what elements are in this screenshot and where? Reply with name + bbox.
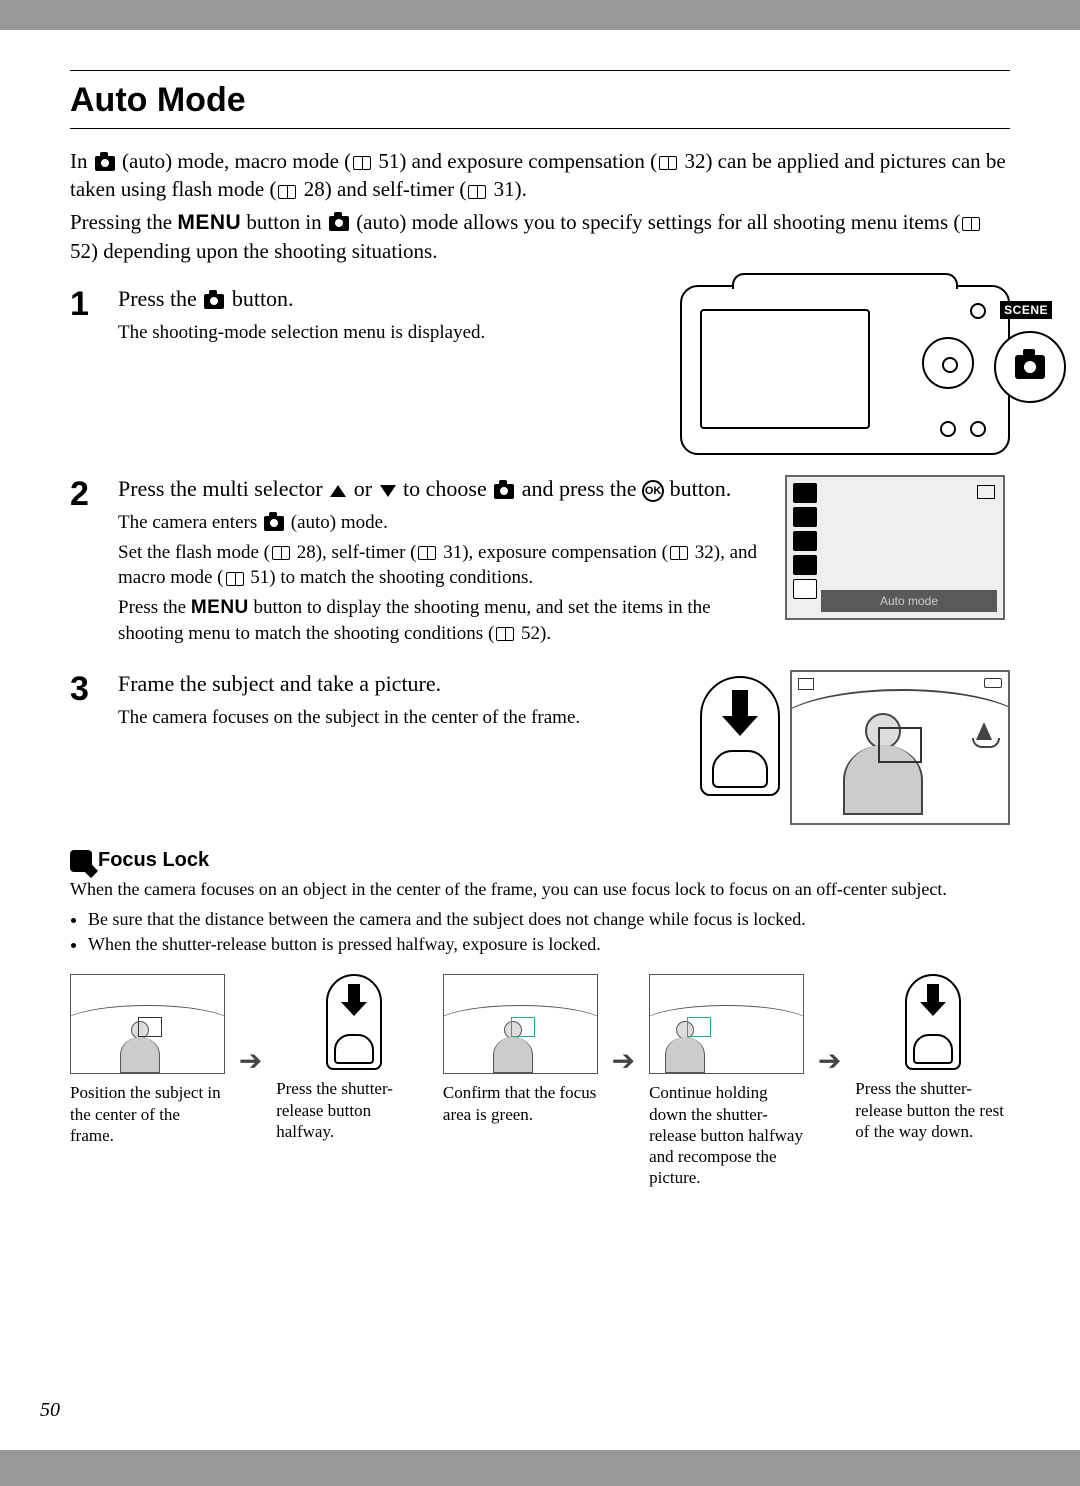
lcd-menu-figure: Auto mode	[785, 475, 1010, 650]
book-icon	[659, 156, 677, 170]
arrow-icon: ➔	[237, 1044, 264, 1078]
camera-icon	[264, 516, 284, 531]
arrow-icon: ➔	[816, 1044, 843, 1078]
camera-icon	[494, 484, 514, 499]
tip-icon	[70, 850, 92, 872]
step-number: 1	[70, 285, 100, 455]
lcd-label: Auto mode	[821, 590, 997, 612]
page-number: 50	[40, 1399, 60, 1422]
camera-button-callout	[994, 331, 1066, 403]
book-icon	[226, 572, 244, 586]
menu-label: MENU	[191, 597, 249, 618]
rule	[70, 70, 1010, 71]
camera-figure: SCENE	[680, 285, 1010, 455]
camera-icon	[95, 156, 115, 171]
shutter-press-figure	[700, 676, 780, 796]
book-icon	[418, 546, 436, 560]
rule	[70, 128, 1010, 129]
camera-icon	[329, 216, 349, 231]
focus-lock-body: When the camera focuses on an object in …	[70, 878, 1010, 956]
seq-thumb-1	[70, 974, 225, 1074]
book-icon	[468, 185, 486, 199]
step-number: 3	[70, 670, 100, 709]
step3-figures	[700, 670, 1010, 825]
seq-thumb-5	[905, 974, 961, 1070]
book-icon	[353, 156, 371, 170]
page-title: Auto Mode	[70, 81, 1010, 120]
menu-label: MENU	[177, 211, 241, 234]
intro-text: In (auto) mode, macro mode ( 51) and exp…	[70, 147, 1010, 265]
focus-lock-heading: Focus Lock	[70, 849, 1010, 872]
arrow-icon: ➔	[610, 1044, 637, 1078]
seq-thumb-2	[326, 974, 382, 1070]
camera-icon	[204, 294, 224, 309]
ok-icon: OK	[642, 480, 664, 502]
book-icon	[272, 546, 290, 560]
step-number: 2	[70, 475, 100, 650]
seq-thumb-4	[649, 974, 804, 1074]
book-icon	[496, 627, 514, 641]
step-2: 2 Press the multi selector or to choose …	[70, 475, 1010, 650]
down-icon	[380, 485, 396, 497]
book-icon	[278, 185, 296, 199]
up-icon	[330, 485, 346, 497]
step-3: 3 Frame the subject and take a picture. …	[70, 670, 1010, 825]
step-1: 1 Press the button. The shooting-mode se…	[70, 285, 1010, 455]
manual-page: More on Shooting Auto Mode In (auto) mod…	[0, 30, 1080, 1450]
book-icon	[962, 217, 980, 231]
seq-thumb-3	[443, 974, 598, 1074]
lcd-view-figure	[790, 670, 1010, 825]
focus-lock-sequence: Position the subject in the center of th…	[70, 974, 1010, 1188]
book-icon	[670, 546, 688, 560]
scene-badge: SCENE	[1000, 301, 1052, 319]
